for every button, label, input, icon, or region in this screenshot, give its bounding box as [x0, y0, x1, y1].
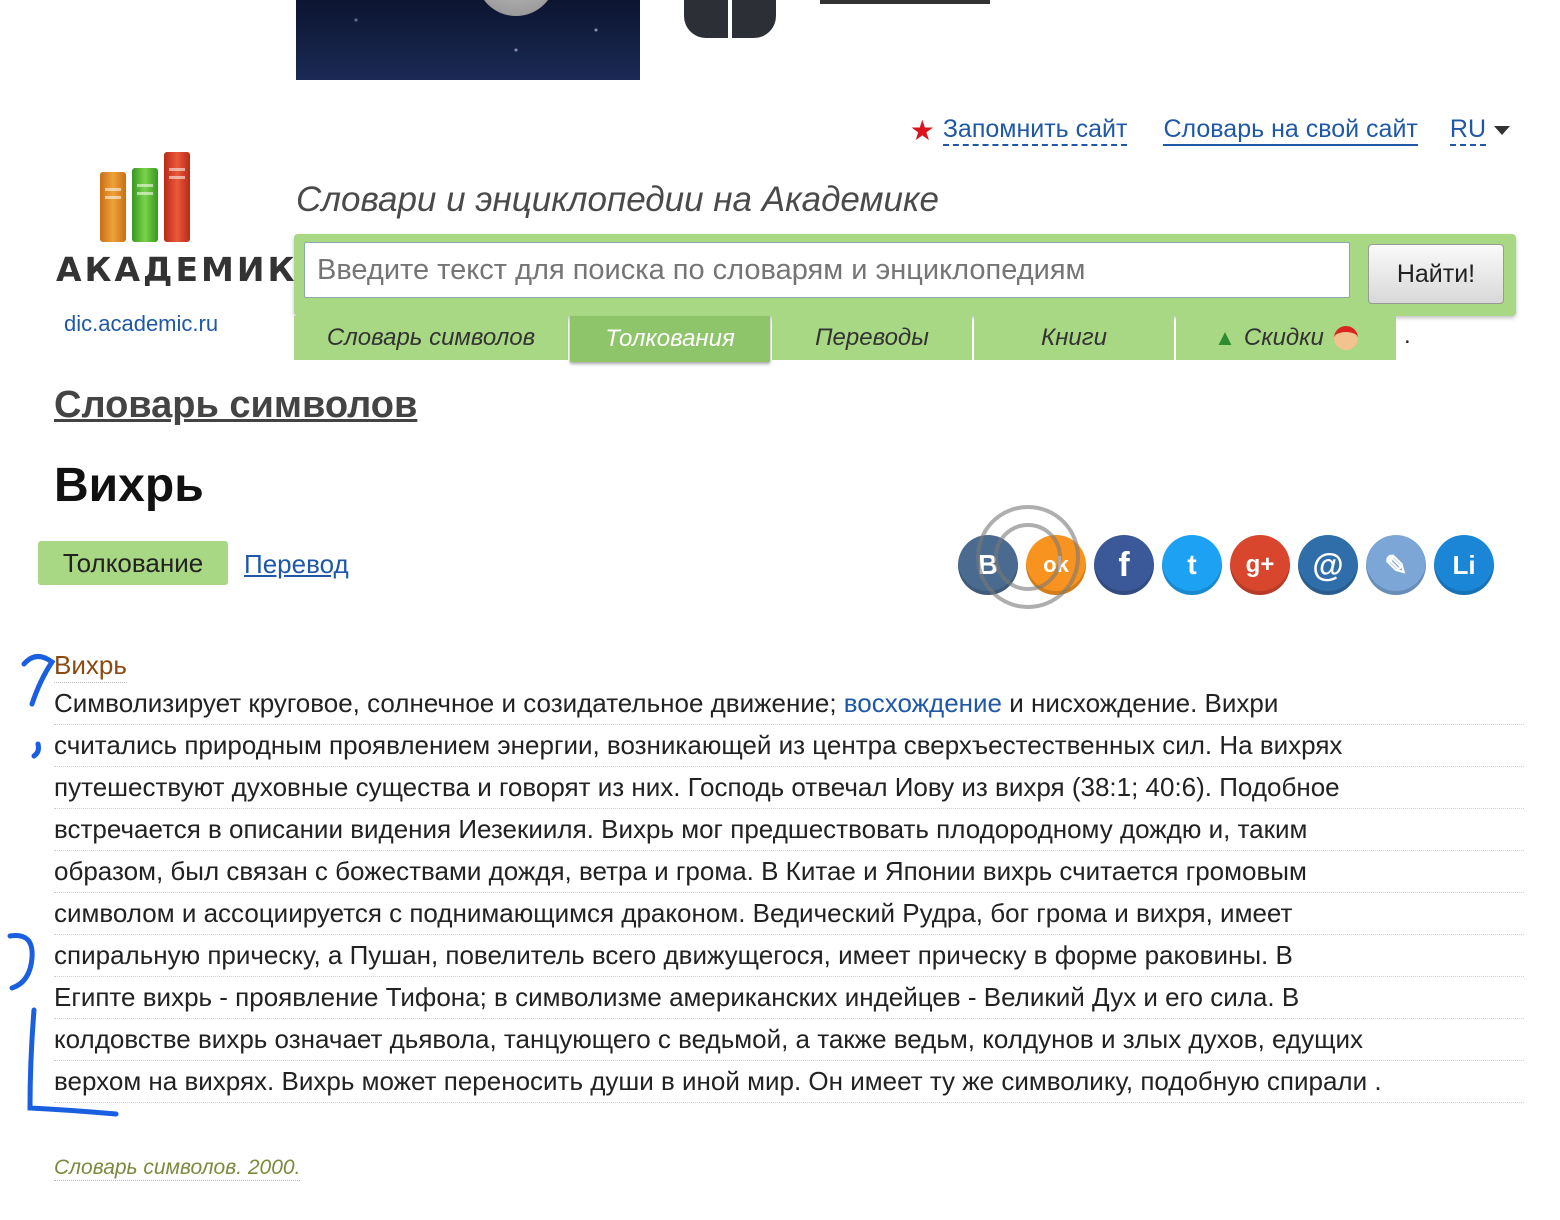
definition-text: Символизирует круговое, солнечное и сози… — [54, 683, 1524, 1103]
mode-interpretation-active: Толкование — [38, 541, 228, 585]
dictionary-title-link[interactable]: Словарь символов — [54, 384, 417, 427]
page-title: Вихрь — [54, 459, 204, 512]
source-citation: Словарь символов. 2000. — [54, 1156, 301, 1181]
banner-text-fragment — [820, 0, 990, 4]
search-bar: Найти! — [294, 234, 1516, 316]
banner-logo-shape — [684, 0, 776, 38]
santa-icon — [1333, 326, 1358, 350]
language-selector[interactable]: RU — [1449, 115, 1510, 146]
tab-symbol-dictionary[interactable]: Словарь символов — [294, 316, 568, 360]
facebook-icon[interactable]: f — [1094, 535, 1154, 595]
remember-site-link[interactable]: Запомнить сайт — [942, 115, 1128, 146]
star-icon: ★ — [909, 114, 935, 146]
text-line: встречается в описании видения Иезекииля… — [54, 809, 1524, 851]
text-line: символом и ассоциируется с поднимающимся… — [54, 893, 1524, 935]
christmas-tree-icon: ▲ — [1214, 325, 1236, 350]
loading-rings-overlay — [976, 505, 1080, 609]
google-plus-icon[interactable]: g+ — [1230, 535, 1290, 595]
livejournal-icon[interactable]: ✎ — [1366, 535, 1426, 595]
dictionary-for-site-link[interactable]: Словарь на свой сайт — [1163, 115, 1418, 146]
tab-translations[interactable]: Переводы — [772, 316, 972, 360]
text-line: образом, был связан с божествами дождя, … — [54, 851, 1524, 893]
liveinternet-icon[interactable]: Li — [1434, 535, 1494, 595]
language-label[interactable]: RU — [1449, 115, 1486, 146]
mail-icon[interactable]: @ — [1298, 535, 1358, 595]
ascension-link[interactable]: восхождение — [844, 688, 1002, 718]
tab-interpretations[interactable]: Толкования — [570, 316, 770, 362]
section-tabs: Словарь символов Толкования Переводы Кни… — [294, 316, 1411, 362]
logo-url-link[interactable]: dic.academic.ru — [64, 311, 240, 337]
text-line: колдовстве вихрь означает дьявола, танцу… — [54, 1019, 1524, 1061]
text-line: путешествуют духовные существа и говорят… — [54, 767, 1524, 809]
text-line: спиральную прическу, а Пушан, повелитель… — [54, 935, 1524, 977]
article-body: Вихрь Символизирует круговое, солнечное … — [54, 648, 1524, 1103]
moon-image — [476, 0, 556, 16]
banner-image[interactable] — [296, 0, 640, 80]
text-line: Символизирует круговое, солнечное и сози… — [54, 683, 1524, 725]
text-line: считались природным проявлением энергии,… — [54, 725, 1524, 767]
search-input[interactable] — [304, 242, 1350, 298]
twitter-icon[interactable]: t — [1162, 535, 1222, 595]
search-button[interactable]: Найти! — [1368, 244, 1504, 304]
tab-discounts-label: Скидки — [1243, 324, 1324, 351]
pen-annotation-marks — [7, 654, 119, 1117]
tabs-trailing-dot: . — [1404, 322, 1411, 349]
top-links: ★ Запомнить сайт Словарь на свой сайт RU — [909, 114, 1510, 146]
books-logo-icon — [56, 150, 240, 242]
text-line: верхом на вихрях. Вихрь может переносить… — [54, 1061, 1524, 1103]
site-tagline: Словари и энциклопедии на Академике — [296, 180, 939, 219]
tab-discounts[interactable]: ▲ Скидки — [1176, 316, 1396, 360]
caret-down-icon[interactable] — [1494, 126, 1510, 136]
mode-translation-link[interactable]: Перевод — [244, 549, 349, 580]
text-line: Египте вихрь - проявление Тифона; в симв… — [54, 977, 1524, 1019]
site-logo[interactable]: АКАДЕМИК dic.academic.ru — [56, 150, 298, 337]
logo-wordmark: АКАДЕМИК — [56, 250, 298, 289]
tab-books[interactable]: Книги — [974, 316, 1174, 360]
